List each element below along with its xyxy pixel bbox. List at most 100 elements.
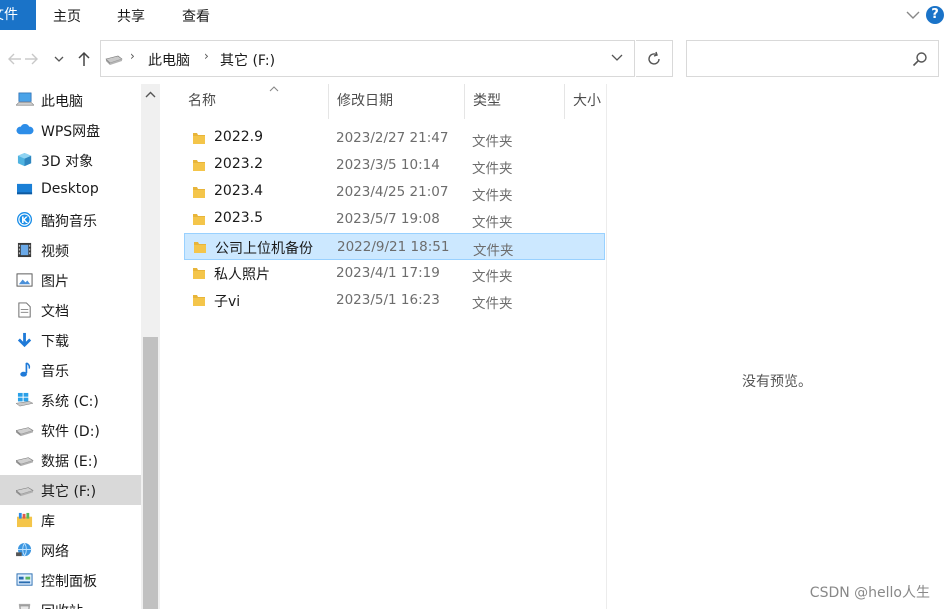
sidebar-item[interactable]: 网络 bbox=[0, 535, 141, 565]
folder-icon bbox=[193, 268, 205, 279]
file-name: 2023.5 bbox=[214, 210, 263, 226]
music-icon bbox=[20, 362, 31, 377]
sidebar-item-label: 软件 (D:) bbox=[41, 424, 100, 440]
tab-home[interactable]: 主页 bbox=[53, 0, 81, 34]
column-header-size[interactable]: 大小 bbox=[564, 84, 606, 119]
sidebar-item[interactable]: WPS网盘 bbox=[0, 115, 141, 145]
sidebar-item[interactable]: 此电脑 bbox=[0, 85, 141, 115]
sidebar-item[interactable]: 3D 对象 bbox=[0, 145, 141, 175]
cloud-icon bbox=[16, 124, 34, 135]
column-header-type[interactable]: 类型 bbox=[464, 84, 564, 119]
address-history-chevron-icon[interactable] bbox=[610, 51, 624, 65]
windows-drive-icon bbox=[16, 392, 34, 407]
column-header-name[interactable]: 名称 bbox=[180, 84, 328, 119]
forward-arrow-icon[interactable] bbox=[22, 48, 40, 70]
sidebar-item[interactable]: 系统 (C:) bbox=[0, 385, 141, 415]
file-row[interactable]: 2022.9 2023/2/27 21:47 文件夹 bbox=[184, 125, 605, 152]
sidebar-item[interactable]: 图片 bbox=[0, 265, 141, 295]
ribbon-expand-chevron-icon[interactable] bbox=[904, 6, 922, 24]
sidebar-item[interactable]: 回收站 bbox=[0, 595, 141, 609]
sidebar-item[interactable]: 视频 bbox=[0, 235, 141, 265]
breadcrumb-this-pc[interactable]: 此电脑 bbox=[148, 50, 190, 70]
navigation-pane: 此电脑 WPS网盘 3D 对象 Desktop K 酷狗音乐 视频 图片 文档 下载音乐系统 (C… bbox=[0, 84, 160, 609]
sidebar-item-label: 3D 对象 bbox=[41, 154, 94, 170]
sidebar-item-label: 系统 (C:) bbox=[41, 394, 99, 410]
file-modified-date: 2023/2/27 21:47 bbox=[336, 130, 449, 146]
file-list: 名称 修改日期 类型 大小 2022.9 2023/2/27 21:47 文件夹 20… bbox=[160, 84, 606, 609]
file-row[interactable]: 私人照片 2023/4/1 17:19 文件夹 bbox=[184, 260, 605, 287]
drive-icon bbox=[16, 427, 34, 437]
svg-text:K: K bbox=[21, 215, 28, 225]
breadcrumb-separator-icon[interactable]: › bbox=[130, 49, 135, 63]
sidebar-scrollbar[interactable] bbox=[141, 84, 160, 609]
file-name: 2023.4 bbox=[214, 183, 263, 199]
sidebar-item[interactable]: 下载 bbox=[0, 325, 141, 355]
download-icon bbox=[17, 332, 32, 348]
sidebar-item[interactable]: 音乐 bbox=[0, 355, 141, 385]
scroll-up-arrow-icon[interactable] bbox=[141, 88, 160, 102]
file-row[interactable]: 2023.5 2023/5/7 19:08 文件夹 bbox=[184, 206, 605, 233]
sidebar-item-label: WPS网盘 bbox=[41, 124, 101, 140]
sidebar-item[interactable]: 其它 (F:) bbox=[0, 475, 141, 505]
search-box[interactable] bbox=[686, 40, 939, 77]
file-type: 文件夹 bbox=[472, 188, 513, 204]
folder-icon bbox=[193, 133, 205, 144]
sidebar-item[interactable]: 软件 (D:) bbox=[0, 415, 141, 445]
sidebar-item-label: 控制面板 bbox=[41, 574, 97, 590]
breadcrumb-drive-f[interactable]: 其它 (F:) bbox=[220, 50, 275, 70]
file-row[interactable]: 公司上位机备份 2022/9/21 18:51 文件夹 bbox=[184, 233, 605, 260]
picture-icon bbox=[16, 273, 33, 287]
library-icon bbox=[17, 512, 33, 528]
video-icon bbox=[17, 242, 32, 258]
up-arrow-icon[interactable] bbox=[75, 48, 93, 70]
file-row[interactable]: 2023.2 2023/3/5 10:14 文件夹 bbox=[184, 152, 605, 179]
file-type: 文件夹 bbox=[472, 215, 513, 231]
tab-file[interactable]: 文件 bbox=[0, 0, 36, 30]
breadcrumb-separator-icon[interactable]: › bbox=[204, 49, 209, 63]
ribbon: 文件 主页 共享 查看 ? bbox=[0, 0, 946, 34]
file-modified-date: 2023/4/25 21:07 bbox=[336, 184, 449, 200]
file-name: 私人照片 bbox=[214, 267, 270, 283]
sidebar-item[interactable]: 文档 bbox=[0, 295, 141, 325]
drive-icon bbox=[105, 55, 123, 65]
file-type: 文件夹 bbox=[472, 161, 513, 177]
preview-pane: 没有预览。 bbox=[606, 84, 946, 609]
search-input[interactable] bbox=[691, 45, 901, 72]
sidebar-item[interactable]: K 酷狗音乐 bbox=[0, 205, 141, 235]
sidebar-scroll-thumb[interactable] bbox=[143, 337, 158, 609]
column-name-label: 名称 bbox=[188, 93, 216, 109]
file-type: 文件夹 bbox=[472, 134, 513, 150]
refresh-button[interactable] bbox=[636, 40, 673, 77]
file-type: 文件夹 bbox=[472, 296, 513, 312]
sidebar-item[interactable]: 数据 (E:) bbox=[0, 445, 141, 475]
recycle-bin-icon bbox=[18, 603, 31, 609]
address-bar[interactable]: › 此电脑 › 其它 (F:) bbox=[100, 40, 635, 77]
watermark: CSDN @hello人生 bbox=[809, 585, 930, 601]
file-row[interactable]: 2023.4 2023/4/25 21:07 文件夹 bbox=[184, 179, 605, 206]
folder-icon bbox=[193, 160, 205, 171]
file-row[interactable]: 子vi 2023/5/1 16:23 文件夹 bbox=[184, 287, 605, 314]
tab-view[interactable]: 查看 bbox=[182, 0, 210, 34]
file-type: 文件夹 bbox=[472, 269, 513, 285]
navigation-bar: › 此电脑 › 其它 (F:) bbox=[0, 34, 946, 84]
folder-icon bbox=[193, 295, 205, 306]
file-name: 公司上位机备份 bbox=[215, 241, 313, 257]
kugou-icon: K bbox=[17, 212, 33, 228]
sidebar-item-label: 音乐 bbox=[41, 364, 69, 380]
cube-icon bbox=[17, 152, 32, 167]
sidebar-item[interactable]: 库 bbox=[0, 505, 141, 535]
tab-share[interactable]: 共享 bbox=[117, 0, 145, 34]
column-header-date[interactable]: 修改日期 bbox=[328, 84, 464, 119]
file-modified-date: 2023/4/1 17:19 bbox=[336, 265, 440, 281]
file-name: 子vi bbox=[214, 294, 241, 310]
network-icon bbox=[16, 542, 32, 557]
folder-icon bbox=[194, 242, 206, 253]
sidebar-item[interactable]: 控制面板 bbox=[0, 565, 141, 595]
drive-icon bbox=[16, 457, 34, 467]
recent-locations-chevron-icon[interactable] bbox=[50, 48, 68, 70]
sidebar-item[interactable]: Desktop bbox=[0, 175, 141, 205]
sidebar-item-label: 库 bbox=[41, 514, 55, 530]
help-icon[interactable]: ? bbox=[926, 6, 944, 24]
file-type: 文件夹 bbox=[473, 243, 514, 259]
search-icon[interactable] bbox=[912, 51, 928, 67]
